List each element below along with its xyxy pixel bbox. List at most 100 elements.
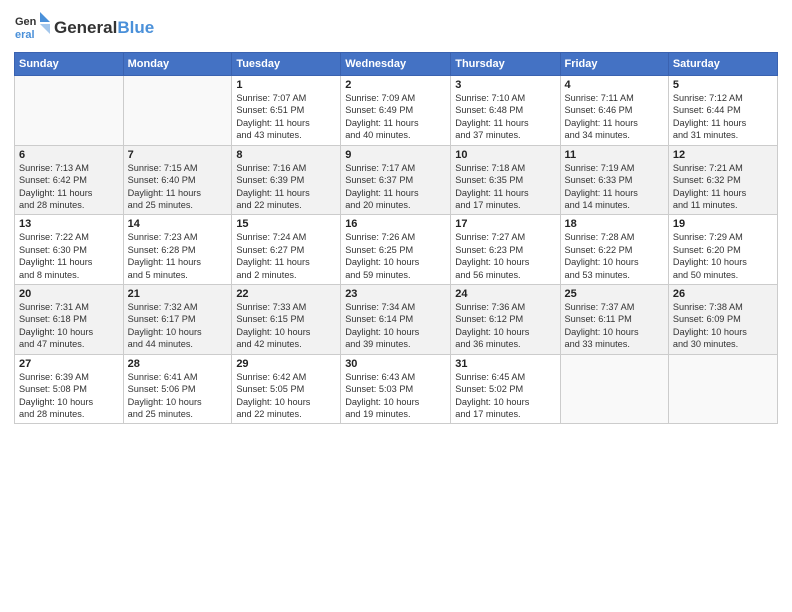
calendar-cell: 16Sunrise: 7:26 AM Sunset: 6:25 PM Dayli… — [341, 215, 451, 285]
calendar-cell: 1Sunrise: 7:07 AM Sunset: 6:51 PM Daylig… — [232, 76, 341, 146]
day-number: 30 — [345, 358, 446, 370]
calendar-cell: 3Sunrise: 7:10 AM Sunset: 6:48 PM Daylig… — [451, 76, 560, 146]
calendar-week-1: 1Sunrise: 7:07 AM Sunset: 6:51 PM Daylig… — [15, 76, 778, 146]
day-info: Sunrise: 6:39 AM Sunset: 5:08 PM Dayligh… — [19, 371, 119, 421]
calendar-week-4: 20Sunrise: 7:31 AM Sunset: 6:18 PM Dayli… — [15, 285, 778, 355]
header-day-monday: Monday — [123, 53, 232, 76]
header-day-tuesday: Tuesday — [232, 53, 341, 76]
day-info: Sunrise: 7:33 AM Sunset: 6:15 PM Dayligh… — [236, 301, 336, 351]
day-number: 28 — [128, 358, 228, 370]
day-info: Sunrise: 7:09 AM Sunset: 6:49 PM Dayligh… — [345, 92, 446, 142]
day-number: 21 — [128, 288, 228, 300]
day-number: 8 — [236, 149, 336, 161]
day-info: Sunrise: 7:07 AM Sunset: 6:51 PM Dayligh… — [236, 92, 336, 142]
day-info: Sunrise: 7:10 AM Sunset: 6:48 PM Dayligh… — [455, 92, 555, 142]
day-info: Sunrise: 7:13 AM Sunset: 6:42 PM Dayligh… — [19, 162, 119, 212]
calendar-cell: 28Sunrise: 6:41 AM Sunset: 5:06 PM Dayli… — [123, 354, 232, 424]
day-number: 23 — [345, 288, 446, 300]
calendar-cell: 7Sunrise: 7:15 AM Sunset: 6:40 PM Daylig… — [123, 145, 232, 215]
calendar-header-row: SundayMondayTuesdayWednesdayThursdayFrid… — [15, 53, 778, 76]
day-number: 6 — [19, 149, 119, 161]
day-info: Sunrise: 7:23 AM Sunset: 6:28 PM Dayligh… — [128, 231, 228, 281]
day-number: 1 — [236, 79, 336, 91]
day-number: 25 — [565, 288, 664, 300]
svg-text:eral: eral — [15, 29, 35, 41]
logo-icon: Gen eral — [14, 10, 50, 46]
day-number: 9 — [345, 149, 446, 161]
calendar-week-2: 6Sunrise: 7:13 AM Sunset: 6:42 PM Daylig… — [15, 145, 778, 215]
calendar-week-5: 27Sunrise: 6:39 AM Sunset: 5:08 PM Dayli… — [15, 354, 778, 424]
calendar-cell: 5Sunrise: 7:12 AM Sunset: 6:44 PM Daylig… — [668, 76, 777, 146]
day-number: 7 — [128, 149, 228, 161]
day-number: 29 — [236, 358, 336, 370]
day-number: 22 — [236, 288, 336, 300]
day-number: 12 — [673, 149, 773, 161]
calendar-week-3: 13Sunrise: 7:22 AM Sunset: 6:30 PM Dayli… — [15, 215, 778, 285]
header-day-friday: Friday — [560, 53, 668, 76]
logo-general-text: General — [54, 18, 117, 37]
day-number: 19 — [673, 218, 773, 230]
day-number: 16 — [345, 218, 446, 230]
day-info: Sunrise: 7:22 AM Sunset: 6:30 PM Dayligh… — [19, 231, 119, 281]
calendar-cell: 29Sunrise: 6:42 AM Sunset: 5:05 PM Dayli… — [232, 354, 341, 424]
day-number: 17 — [455, 218, 555, 230]
calendar-cell: 20Sunrise: 7:31 AM Sunset: 6:18 PM Dayli… — [15, 285, 124, 355]
calendar-cell: 26Sunrise: 7:38 AM Sunset: 6:09 PM Dayli… — [668, 285, 777, 355]
day-info: Sunrise: 7:11 AM Sunset: 6:46 PM Dayligh… — [565, 92, 664, 142]
calendar-cell: 27Sunrise: 6:39 AM Sunset: 5:08 PM Dayli… — [15, 354, 124, 424]
calendar-cell: 18Sunrise: 7:28 AM Sunset: 6:22 PM Dayli… — [560, 215, 668, 285]
day-number: 13 — [19, 218, 119, 230]
day-info: Sunrise: 7:38 AM Sunset: 6:09 PM Dayligh… — [673, 301, 773, 351]
calendar-cell — [560, 354, 668, 424]
header-day-thursday: Thursday — [451, 53, 560, 76]
day-number: 5 — [673, 79, 773, 91]
calendar-cell: 13Sunrise: 7:22 AM Sunset: 6:30 PM Dayli… — [15, 215, 124, 285]
logo: Gen eral GeneralBlue — [14, 10, 154, 46]
calendar-cell: 12Sunrise: 7:21 AM Sunset: 6:32 PM Dayli… — [668, 145, 777, 215]
calendar-cell: 8Sunrise: 7:16 AM Sunset: 6:39 PM Daylig… — [232, 145, 341, 215]
calendar-cell: 2Sunrise: 7:09 AM Sunset: 6:49 PM Daylig… — [341, 76, 451, 146]
day-info: Sunrise: 7:36 AM Sunset: 6:12 PM Dayligh… — [455, 301, 555, 351]
calendar-cell: 22Sunrise: 7:33 AM Sunset: 6:15 PM Dayli… — [232, 285, 341, 355]
calendar-cell: 17Sunrise: 7:27 AM Sunset: 6:23 PM Dayli… — [451, 215, 560, 285]
svg-text:Gen: Gen — [15, 16, 37, 28]
day-info: Sunrise: 7:16 AM Sunset: 6:39 PM Dayligh… — [236, 162, 336, 212]
calendar-cell: 30Sunrise: 6:43 AM Sunset: 5:03 PM Dayli… — [341, 354, 451, 424]
calendar-cell — [15, 76, 124, 146]
day-info: Sunrise: 7:26 AM Sunset: 6:25 PM Dayligh… — [345, 231, 446, 281]
calendar-cell: 25Sunrise: 7:37 AM Sunset: 6:11 PM Dayli… — [560, 285, 668, 355]
day-number: 11 — [565, 149, 664, 161]
day-info: Sunrise: 7:24 AM Sunset: 6:27 PM Dayligh… — [236, 231, 336, 281]
header-day-saturday: Saturday — [668, 53, 777, 76]
calendar-cell: 15Sunrise: 7:24 AM Sunset: 6:27 PM Dayli… — [232, 215, 341, 285]
header: Gen eral GeneralBlue — [14, 10, 778, 46]
calendar-cell: 19Sunrise: 7:29 AM Sunset: 6:20 PM Dayli… — [668, 215, 777, 285]
day-number: 31 — [455, 358, 555, 370]
calendar-cell: 24Sunrise: 7:36 AM Sunset: 6:12 PM Dayli… — [451, 285, 560, 355]
calendar-cell: 6Sunrise: 7:13 AM Sunset: 6:42 PM Daylig… — [15, 145, 124, 215]
calendar-table: SundayMondayTuesdayWednesdayThursdayFrid… — [14, 52, 778, 424]
day-info: Sunrise: 6:42 AM Sunset: 5:05 PM Dayligh… — [236, 371, 336, 421]
day-number: 4 — [565, 79, 664, 91]
calendar-cell: 9Sunrise: 7:17 AM Sunset: 6:37 PM Daylig… — [341, 145, 451, 215]
calendar-cell: 31Sunrise: 6:45 AM Sunset: 5:02 PM Dayli… — [451, 354, 560, 424]
calendar-cell: 23Sunrise: 7:34 AM Sunset: 6:14 PM Dayli… — [341, 285, 451, 355]
calendar-cell — [668, 354, 777, 424]
day-number: 20 — [19, 288, 119, 300]
day-number: 26 — [673, 288, 773, 300]
day-number: 15 — [236, 218, 336, 230]
day-info: Sunrise: 7:15 AM Sunset: 6:40 PM Dayligh… — [128, 162, 228, 212]
calendar-cell: 21Sunrise: 7:32 AM Sunset: 6:17 PM Dayli… — [123, 285, 232, 355]
header-day-sunday: Sunday — [15, 53, 124, 76]
day-info: Sunrise: 7:29 AM Sunset: 6:20 PM Dayligh… — [673, 231, 773, 281]
day-info: Sunrise: 7:32 AM Sunset: 6:17 PM Dayligh… — [128, 301, 228, 351]
day-info: Sunrise: 7:34 AM Sunset: 6:14 PM Dayligh… — [345, 301, 446, 351]
day-info: Sunrise: 7:18 AM Sunset: 6:35 PM Dayligh… — [455, 162, 555, 212]
header-day-wednesday: Wednesday — [341, 53, 451, 76]
calendar-cell: 4Sunrise: 7:11 AM Sunset: 6:46 PM Daylig… — [560, 76, 668, 146]
day-info: Sunrise: 6:43 AM Sunset: 5:03 PM Dayligh… — [345, 371, 446, 421]
calendar-cell: 14Sunrise: 7:23 AM Sunset: 6:28 PM Dayli… — [123, 215, 232, 285]
day-number: 14 — [128, 218, 228, 230]
page-container: Gen eral GeneralBlue SundayMondayTuesday… — [0, 0, 792, 434]
day-info: Sunrise: 7:17 AM Sunset: 6:37 PM Dayligh… — [345, 162, 446, 212]
